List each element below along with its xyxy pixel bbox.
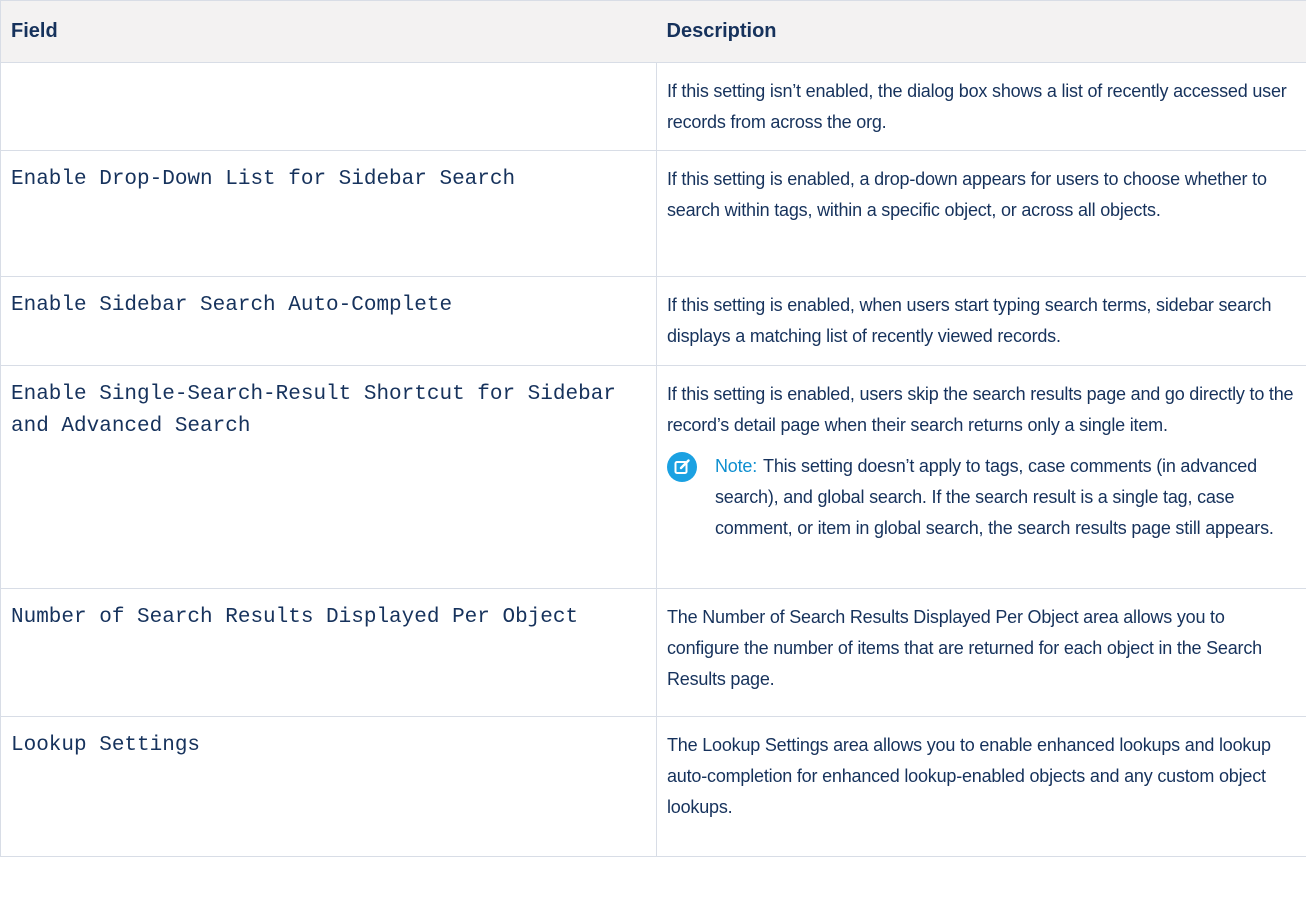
field-name-cell: Enable Single-Search-Result Shortcut for… bbox=[0, 365, 657, 589]
table-row: Lookup Settings The Lookup Settings area… bbox=[0, 716, 1306, 857]
field-name-cell bbox=[0, 62, 657, 151]
table-header-row: Field Description bbox=[0, 0, 1306, 63]
table-row: Enable Sidebar Search Auto-Complete If t… bbox=[0, 276, 1306, 366]
field-name-cell: Enable Sidebar Search Auto-Complete bbox=[0, 276, 657, 366]
field-name-cell: Number of Search Results Displayed Per O… bbox=[0, 588, 657, 717]
description-text: The Lookup Settings area allows you to e… bbox=[667, 735, 1271, 817]
table-row: Number of Search Results Displayed Per O… bbox=[0, 588, 1306, 717]
description-cell: The Number of Search Results Displayed P… bbox=[656, 588, 1306, 717]
description-text: The Number of Search Results Displayed P… bbox=[667, 607, 1262, 689]
description-cell: If this setting is enabled, when users s… bbox=[656, 276, 1306, 366]
settings-table: Field Description If this setting isn’t … bbox=[0, 0, 1306, 857]
note-label: Note: bbox=[715, 456, 758, 476]
document-page: Field Description If this setting isn’t … bbox=[0, 0, 1306, 914]
table-row: Enable Drop-Down List for Sidebar Search… bbox=[0, 150, 1306, 277]
description-text: If this setting is enabled, users skip t… bbox=[667, 384, 1294, 435]
description-cell: If this setting is enabled, users skip t… bbox=[656, 365, 1306, 589]
note-text: This setting doesn’t apply to tags, case… bbox=[715, 456, 1274, 538]
field-name-cell: Lookup Settings bbox=[0, 716, 657, 857]
table-row: If this setting isn’t enabled, the dialo… bbox=[0, 62, 1306, 151]
column-header-description: Description bbox=[656, 0, 1306, 63]
column-header-field: Field bbox=[0, 0, 657, 63]
table-row: Enable Single-Search-Result Shortcut for… bbox=[0, 365, 1306, 589]
description-cell: The Lookup Settings area allows you to e… bbox=[656, 716, 1306, 857]
note-edit-icon bbox=[667, 452, 697, 482]
field-name-cell: Enable Drop-Down List for Sidebar Search bbox=[0, 150, 657, 277]
note-callout: Note: This setting doesn’t apply to tags,… bbox=[667, 451, 1296, 544]
description-text: If this setting is enabled, a drop-down … bbox=[667, 169, 1267, 220]
description-cell: If this setting is enabled, a drop-down … bbox=[656, 150, 1306, 277]
description-text: If this setting is enabled, when users s… bbox=[667, 295, 1272, 346]
description-text: If this setting isn’t enabled, the dialo… bbox=[667, 81, 1287, 132]
description-cell: If this setting isn’t enabled, the dialo… bbox=[656, 62, 1306, 151]
